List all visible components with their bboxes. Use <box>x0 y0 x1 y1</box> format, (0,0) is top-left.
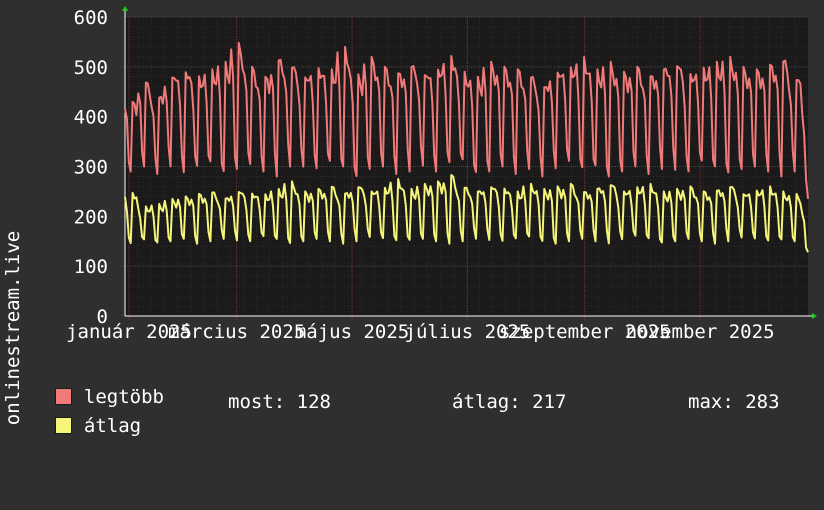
chart: 0100200300400500600január 2025március 20… <box>66 6 817 343</box>
y-tick-label: 600 <box>74 7 108 29</box>
stat-atlag: átlag: 217 <box>452 391 567 413</box>
y-tick-label: 400 <box>74 107 108 129</box>
legend-item-legtobb: legtöbb <box>32 361 164 408</box>
legend-label-atlag: átlag <box>83 415 142 437</box>
x-tick-label: március 2025 <box>168 321 305 343</box>
legend-item-atlag: átlag most: 128 átlag: 217 max: 283 <box>32 390 812 437</box>
y-tick-label: 100 <box>74 256 108 278</box>
legend-swatch-atlag <box>54 417 72 434</box>
x-axis-arrow <box>812 313 817 319</box>
y-tick-label: 500 <box>74 57 108 79</box>
x-tick-label: november 2025 <box>626 321 775 343</box>
y-tick-label: 200 <box>74 206 108 228</box>
y-axis-title: onlinestream.live <box>2 230 24 426</box>
y-axis-arrow <box>122 6 128 11</box>
y-tick-label: 300 <box>74 157 108 179</box>
x-tick-label: május 2025 <box>295 321 409 343</box>
stat-max: max: 283 <box>688 391 780 413</box>
stat-most: most: 128 <box>228 391 331 413</box>
